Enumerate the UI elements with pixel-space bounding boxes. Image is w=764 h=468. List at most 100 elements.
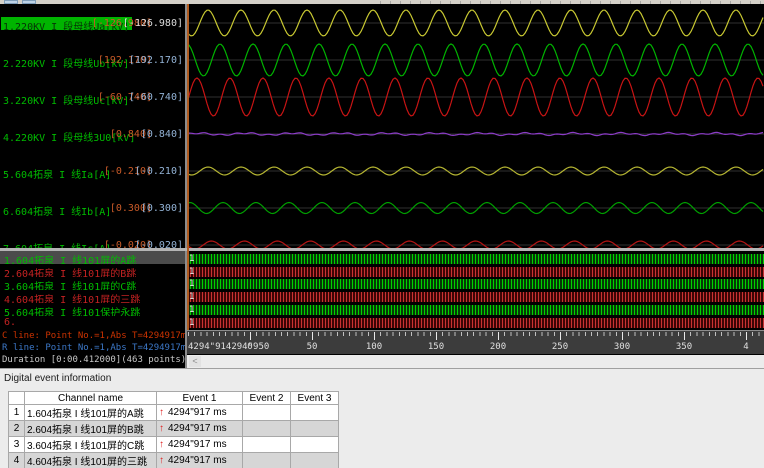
event-1-time: ↑ 4294"917 ms xyxy=(156,436,243,453)
event-1-time: ↑ 4294"917 ms xyxy=(156,404,243,421)
digital-state-value: 1 xyxy=(189,279,195,290)
cursor-r-status: R line: Point No.=1,Abs T=4294917ms, Rel… xyxy=(0,342,185,354)
digital-trace-bar[interactable]: 1 xyxy=(187,304,764,315)
rising-edge-arrow-icon: ↑ xyxy=(159,423,164,434)
wave-plot-area[interactable]: 1111111 0501001502002503003504 4294"9142… xyxy=(187,4,764,368)
channel-label-panel: 1.220KV I 段母线Ua[kV] [-126.980] [-126.980] 2… xyxy=(0,4,185,368)
digital-trace-bar[interactable]: 1 xyxy=(187,266,764,277)
event-table-row[interactable]: 3 3.604拓泉 I 线101屏的C跳 ↑ 4294"917 ms xyxy=(8,436,339,453)
time-tick-label: 200 xyxy=(489,342,507,352)
event-channel-name: 1.604拓泉 I 线101屏的A跳 xyxy=(24,404,157,421)
digital-channel-row[interactable]: 5.604拓泉 I 线101保护永跳 xyxy=(0,303,185,316)
event-1-time: ↑ 4294"917 ms xyxy=(156,452,243,468)
digital-channel-row[interactable]: 6. xyxy=(0,316,185,329)
digital-channel-label: 2.604拓泉 I 线101屏的B跳 xyxy=(4,269,137,277)
event-table-column-header: Event 2 xyxy=(242,391,291,405)
digital-channel-label: 4.604拓泉 I 线101屏的三跳 xyxy=(4,295,141,303)
fault-wave-viewer-window: 1.220KV I 段母线Ua[kV] [-126.980] [-126.980] 2… xyxy=(0,0,764,468)
digital-state-value: 1 xyxy=(189,292,195,303)
analog-channel-label: 6.604拓泉 I 线Ib[A] xyxy=(3,207,112,218)
time-tick-label: 250 xyxy=(551,342,569,352)
rising-edge-arrow-icon: ↑ xyxy=(159,407,164,418)
analog-channel-row[interactable]: 6.604拓泉 I 线Ib[A] [0.300] [0.300] xyxy=(0,202,185,218)
event-table-column-header: Event 1 xyxy=(156,391,243,405)
event-table-column-header xyxy=(8,391,25,405)
analog-channel-label: 5.604拓泉 I 线Ia[A] xyxy=(3,170,112,181)
waveform-svg xyxy=(187,9,764,250)
major-tick xyxy=(684,332,685,340)
duration-status: Duration [0:00.412000](463 points) xyxy=(0,354,185,366)
event-2-cell xyxy=(242,436,291,453)
cursor-value-2: [-0.210] xyxy=(134,166,183,177)
event-channel-name: 2.604拓泉 I 线101屏的B跳 xyxy=(24,420,157,437)
digital-channel-row[interactable]: 4.604拓泉 I 线101屏的三跳 xyxy=(0,290,185,303)
event-row-number: 1 xyxy=(8,404,25,421)
digital-trace-bar[interactable]: 1 xyxy=(187,279,764,290)
major-tick xyxy=(746,332,747,340)
rising-edge-arrow-icon: ↑ xyxy=(159,455,164,466)
analog-channel-row[interactable]: 2.220KV I 段母线Ub[kV] [192.170] [192.170] xyxy=(0,54,185,70)
event-3-cell xyxy=(290,436,339,453)
major-tick xyxy=(498,332,499,340)
digital-channel-label: 3.604拓泉 I 线101屏的C跳 xyxy=(4,282,137,290)
event-row-number: 4 xyxy=(8,452,25,468)
digital-state-value: 1 xyxy=(189,254,195,264)
event-table-column-header: Event 3 xyxy=(290,391,339,405)
major-tick xyxy=(560,332,561,340)
digital-state-value: 1 xyxy=(189,317,195,328)
major-tick xyxy=(374,332,375,340)
scroll-left-arrow-icon[interactable]: < xyxy=(189,356,201,367)
digital-state-value: 1 xyxy=(189,304,195,315)
event-table-row[interactable]: 1 1.604拓泉 I 线101屏的A跳 ↑ 4294"917 ms xyxy=(8,404,339,421)
minor-ticks xyxy=(188,332,764,336)
digital-channel-label: 5.604拓泉 I 线101保护永跳 xyxy=(4,308,141,316)
event-channel-name: 3.604拓泉 I 线101屏的C跳 xyxy=(24,436,157,453)
event-2-cell xyxy=(242,452,291,468)
event-row-number: 3 xyxy=(8,436,25,453)
time-ruler: 0 50 100 150 200 250 300 350 4 4294"914294"950 xyxy=(187,330,764,354)
digital-channel-row[interactable]: 3.604拓泉 I 线101屏的C跳 xyxy=(0,277,185,290)
cursor-value-2: [-60.740] xyxy=(128,92,183,103)
digital-channel-label: 6. xyxy=(4,317,17,328)
cursor-c-status: C line: Point No.=1,Abs T=4294917ms, Rel… xyxy=(0,330,185,342)
event-3-cell xyxy=(290,452,339,468)
major-tick xyxy=(250,332,251,340)
time-tick-label: 4 xyxy=(743,342,749,352)
digital-state-value: 1 xyxy=(189,266,195,277)
analog-channel-row[interactable]: 4.220KV I 段母线3U0[kV] [0.840] [0.840] xyxy=(0,128,185,144)
cursor-value-2: [-126.980] xyxy=(122,18,183,29)
time-tick-label: 150 xyxy=(427,342,445,352)
digital-trace-bar[interactable]: 1 xyxy=(187,254,764,264)
event-3-cell xyxy=(290,404,339,421)
analog-channel-row[interactable]: 3.220KV I 段母线Uc[kV] [-60.740] [-60.740] xyxy=(0,91,185,107)
event-2-cell xyxy=(242,420,291,437)
time-cursor-line[interactable] xyxy=(187,4,189,330)
time-tick-label: 350 xyxy=(675,342,693,352)
event-section-title: Digital event information xyxy=(4,373,112,384)
event-row-number: 2 xyxy=(8,420,25,437)
event-table-column-header: Channel name xyxy=(24,391,157,405)
digital-channel-label: 1.604拓泉 I 线101屏的A跳 xyxy=(4,256,137,264)
digital-event-table: Channel name Event 1 Event 2 Event 3 1 1.604… xyxy=(8,391,339,468)
digital-trace-bar[interactable]: 1 xyxy=(187,292,764,303)
major-tick xyxy=(622,332,623,340)
time-tick-label: 50 xyxy=(306,342,318,352)
time-tick-label: 100 xyxy=(365,342,383,352)
event-channel-name: 4.604拓泉 I 线101屏的三跳 xyxy=(24,452,157,468)
event-table-row[interactable]: 4 4.604拓泉 I 线101屏的三跳 ↑ 4294"917 ms xyxy=(8,452,339,468)
horizontal-scrollbar[interactable]: < xyxy=(187,355,764,368)
event-3-cell xyxy=(290,420,339,437)
digital-channel-row[interactable]: 2.604拓泉 I 线101屏的B跳 xyxy=(0,264,185,277)
cursor-value-2: [0.840] xyxy=(140,129,183,140)
event-table-row[interactable]: 2 2.604拓泉 I 线101屏的B跳 ↑ 4294"917 ms xyxy=(8,420,339,437)
rising-edge-arrow-icon: ↑ xyxy=(159,439,164,450)
digital-trace-bar[interactable]: 1 xyxy=(187,317,764,328)
event-info-section: Digital event information Channel name Ev… xyxy=(0,368,764,468)
waveform-main-area: 1.220KV I 段母线Ua[kV] [-126.980] [-126.980] 2… xyxy=(0,4,764,368)
cursor-value-2: [0.300] xyxy=(140,203,183,214)
cursor-value-2: [192.170] xyxy=(128,55,183,66)
digital-channel-row[interactable]: 1.604拓泉 I 线101屏的A跳 xyxy=(0,251,185,264)
analog-channel-row[interactable]: 5.604拓泉 I 线Ia[A] [-0.210] [-0.210] xyxy=(0,165,185,181)
time-tick-label: 300 xyxy=(613,342,631,352)
analog-channel-row[interactable]: 1.220KV I 段母线Ua[kV] [-126.980] [-126.980] xyxy=(0,17,185,33)
